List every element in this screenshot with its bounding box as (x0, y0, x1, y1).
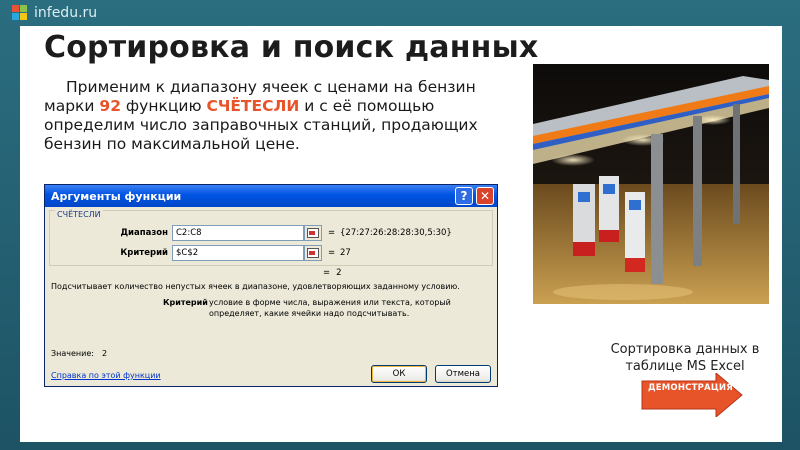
value-row: Значение: 2 (51, 349, 107, 358)
criterion-picker-icon[interactable] (304, 245, 322, 261)
help-link[interactable]: Справка по этой функции (51, 371, 161, 380)
close-button[interactable]: ✕ (476, 187, 494, 205)
slide-title: Сортировка и поиск данных (44, 30, 539, 65)
dialog-title: Аргументы функции (51, 190, 182, 203)
range-result: {27:27:26:28:28:30,5:30} (340, 228, 452, 238)
range-input[interactable]: C2:C8 (172, 225, 304, 241)
demonstration-button[interactable]: ДЕМОНСТРАЦИЯ (640, 373, 744, 417)
arrow-icon (641, 373, 743, 417)
logo-icon (12, 5, 28, 21)
arg-label-range: Диапазон (120, 228, 168, 238)
logo: infedu.ru (12, 5, 97, 21)
body-part2: функцию (120, 97, 207, 115)
slide-body-text: Применим к диапазону ячеек с ценами на б… (44, 78, 514, 154)
criterion-result: 27 (340, 248, 351, 258)
eq-sign: = (323, 268, 331, 278)
eq-sign: = (328, 248, 336, 258)
criterion-help: Критерий условие в форме числа, выражени… (163, 297, 493, 318)
arg-label-criterion: Критерий (120, 248, 168, 258)
eq-sign: = (328, 228, 336, 238)
function-result: = 2 (323, 268, 342, 278)
function-group: СЧЁТЕСЛИ Диапазон C2:C8 = {27:27:26:28:2… (49, 210, 493, 266)
criterion-help-text: условие в форме числа, выражения или тек… (209, 298, 451, 318)
demonstration-label: ДЕМОНСТРАЦИЯ (648, 383, 733, 393)
logo-text: infedu.ru (34, 5, 98, 21)
body-highlight-function: СЧЁТЕСЛИ (206, 97, 300, 115)
cancel-button[interactable]: Отмена (435, 365, 491, 383)
range-picker-icon[interactable] (304, 225, 322, 241)
value-value: 2 (101, 349, 108, 358)
body-highlight-92: 92 (99, 97, 121, 115)
caption: Сортировка данных в таблице MS Excel (610, 342, 760, 374)
value-label: Значение: (51, 349, 94, 358)
help-button[interactable]: ? (455, 187, 473, 205)
arg-row-range: Диапазон C2:C8 = {27:27:26:28:28:30,5:30… (50, 225, 490, 241)
criterion-help-label: Критерий (163, 298, 208, 307)
criterion-input[interactable]: $C$2 (172, 245, 304, 261)
ok-button[interactable]: ОК (371, 365, 427, 383)
result-value: 2 (336, 268, 342, 278)
dialog-titlebar: Аргументы функции ? ✕ (45, 185, 497, 207)
function-name: СЧЁТЕСЛИ (55, 210, 103, 219)
gas-station-photo (533, 64, 769, 304)
function-description: Подсчитывает количество непустых ячеек в… (51, 282, 460, 291)
arg-row-criterion: Критерий $C$2 = 27 (50, 245, 490, 261)
function-arguments-dialog: Аргументы функции ? ✕ СЧЁТЕСЛИ Диапазон … (44, 184, 498, 387)
